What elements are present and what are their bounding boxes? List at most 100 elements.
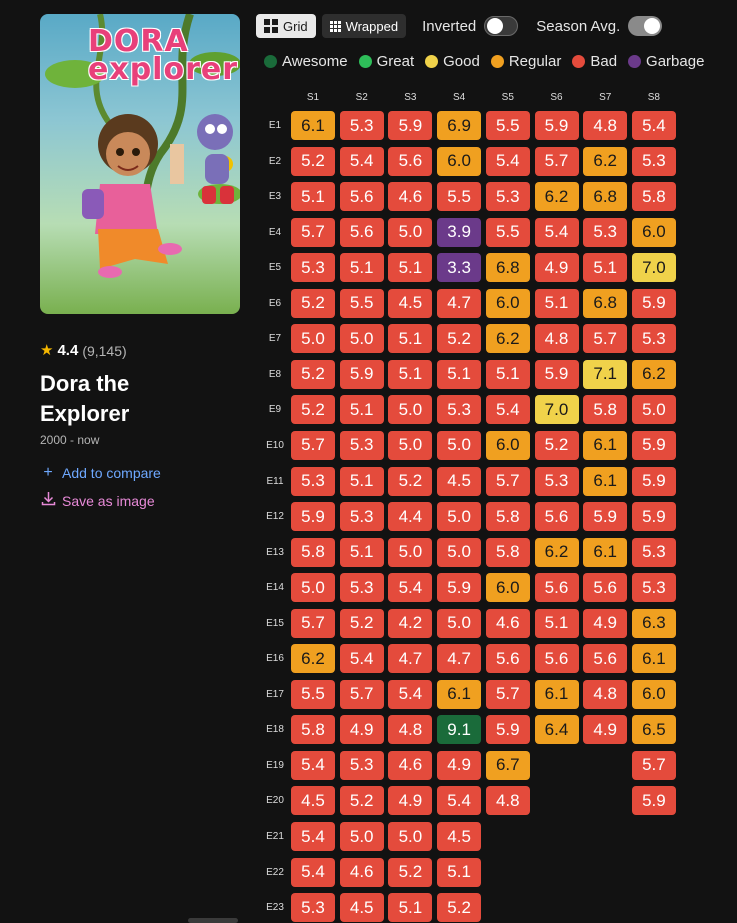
rating-cell[interactable]: 5.4: [534, 217, 579, 247]
rating-cell[interactable]: 5.2: [339, 786, 384, 816]
rating-cell[interactable]: 5.3: [437, 395, 482, 425]
rating-cell[interactable]: 5.2: [339, 608, 384, 638]
rating-cell[interactable]: 5.7: [291, 430, 335, 460]
rating-cell[interactable]: 5.0: [388, 822, 433, 851]
rating-cell[interactable]: 5.3: [534, 466, 579, 496]
rating-cell[interactable]: 6.2: [291, 644, 335, 674]
rating-cell[interactable]: 5.4: [291, 750, 335, 780]
rating-cell[interactable]: 6.8: [485, 253, 530, 283]
rating-cell[interactable]: 6.0: [631, 679, 676, 709]
rating-cell[interactable]: 5.4: [388, 679, 433, 709]
rating-cell[interactable]: 5.3: [291, 253, 335, 283]
rating-cell[interactable]: 5.4: [485, 395, 530, 425]
rating-cell[interactable]: 5.6: [534, 502, 579, 532]
rating-cell[interactable]: 6.2: [485, 324, 530, 354]
rating-cell[interactable]: 5.0: [291, 324, 335, 354]
rating-cell[interactable]: 6.1: [437, 679, 482, 709]
rating-cell[interactable]: 5.3: [339, 750, 384, 780]
rating-cell[interactable]: 5.5: [437, 182, 482, 212]
rating-cell[interactable]: 5.7: [485, 679, 530, 709]
rating-cell[interactable]: 5.1: [583, 253, 628, 283]
rating-cell[interactable]: 5.6: [583, 644, 628, 674]
rating-cell[interactable]: 5.0: [339, 822, 384, 851]
rating-cell[interactable]: 5.8: [485, 537, 530, 567]
rating-cell[interactable]: 4.8: [388, 715, 433, 745]
rating-cell[interactable]: 7.0: [631, 253, 676, 283]
inverted-toggle[interactable]: [484, 16, 519, 36]
rating-cell[interactable]: 5.7: [291, 608, 335, 638]
rating-cell[interactable]: 5.0: [388, 395, 433, 425]
rating-cell[interactable]: 6.9: [437, 111, 482, 140]
rating-cell[interactable]: 5.9: [631, 430, 676, 460]
rating-cell[interactable]: 5.3: [291, 466, 335, 496]
rating-cell[interactable]: 4.8: [583, 679, 628, 709]
rating-cell[interactable]: 5.1: [291, 182, 335, 212]
rating-cell[interactable]: 4.2: [388, 608, 433, 638]
rating-cell[interactable]: 6.2: [534, 182, 579, 212]
rating-cell[interactable]: 4.4: [388, 502, 433, 532]
rating-cell[interactable]: 6.3: [631, 608, 676, 638]
rating-cell[interactable]: 5.0: [437, 537, 482, 567]
rating-cell[interactable]: 5.1: [339, 466, 384, 496]
rating-cell[interactable]: 5.2: [534, 430, 579, 460]
rating-cell[interactable]: 5.4: [339, 644, 384, 674]
rating-cell[interactable]: 4.5: [339, 893, 384, 923]
rating-cell[interactable]: 4.9: [583, 608, 628, 638]
rating-cell[interactable]: 6.1: [583, 537, 628, 567]
rating-cell[interactable]: 4.8: [534, 324, 579, 354]
rating-cell[interactable]: 5.3: [631, 324, 676, 354]
rating-cell[interactable]: 5.8: [291, 537, 335, 567]
rating-cell[interactable]: 5.9: [583, 502, 628, 532]
rating-cell[interactable]: 5.2: [291, 395, 335, 425]
rating-cell[interactable]: 5.5: [291, 679, 335, 709]
rating-cell[interactable]: 5.8: [485, 502, 530, 532]
rating-cell[interactable]: 4.5: [388, 288, 433, 318]
rating-cell[interactable]: 4.6: [388, 750, 433, 780]
rating-cell[interactable]: 5.6: [339, 182, 384, 212]
rating-cell[interactable]: 4.7: [437, 288, 482, 318]
rating-cell[interactable]: 5.6: [534, 644, 579, 674]
save-as-image-button[interactable]: Save as image: [40, 491, 240, 510]
rating-cell[interactable]: 6.7: [485, 750, 530, 780]
rating-cell[interactable]: 5.1: [339, 253, 384, 283]
rating-cell[interactable]: 5.3: [485, 182, 530, 212]
rating-cell[interactable]: 6.8: [583, 288, 628, 318]
rating-cell[interactable]: 6.1: [583, 430, 628, 460]
rating-cell[interactable]: 5.2: [437, 324, 482, 354]
rating-cell[interactable]: 4.8: [485, 786, 530, 816]
rating-cell[interactable]: 4.6: [339, 857, 384, 887]
rating-cell[interactable]: 5.3: [631, 573, 676, 603]
rating-cell[interactable]: 5.1: [339, 537, 384, 567]
rating-cell[interactable]: 5.0: [437, 430, 482, 460]
rating-cell[interactable]: 5.1: [388, 893, 433, 923]
rating-cell[interactable]: 5.1: [388, 324, 433, 354]
rating-cell[interactable]: 5.2: [291, 288, 335, 318]
rating-cell[interactable]: 5.4: [388, 573, 433, 603]
rating-cell[interactable]: 5.5: [485, 217, 530, 247]
rating-cell[interactable]: 4.9: [534, 253, 579, 283]
rating-cell[interactable]: 4.8: [583, 111, 628, 140]
rating-cell[interactable]: 5.0: [437, 608, 482, 638]
rating-cell[interactable]: 6.0: [485, 573, 530, 603]
rating-cell[interactable]: 5.1: [339, 395, 384, 425]
rating-cell[interactable]: 5.1: [388, 359, 433, 389]
rating-cell[interactable]: 5.6: [485, 644, 530, 674]
rating-cell[interactable]: 5.7: [485, 466, 530, 496]
rating-cell[interactable]: 5.2: [388, 857, 433, 887]
rating-cell[interactable]: 5.8: [291, 715, 335, 745]
rating-cell[interactable]: 5.6: [534, 573, 579, 603]
rating-cell[interactable]: 9.1: [437, 715, 482, 745]
rating-cell[interactable]: 5.4: [339, 146, 384, 176]
rating-cell[interactable]: 3.3: [437, 253, 482, 283]
rating-cell[interactable]: 5.9: [631, 502, 676, 532]
season-avg-toggle[interactable]: [628, 16, 663, 36]
rating-cell[interactable]: 4.9: [437, 750, 482, 780]
rating-cell[interactable]: 5.3: [583, 217, 628, 247]
rating-cell[interactable]: 5.2: [291, 146, 335, 176]
rating-cell[interactable]: 4.9: [339, 715, 384, 745]
rating-cell[interactable]: 6.0: [485, 430, 530, 460]
rating-cell[interactable]: 5.6: [583, 573, 628, 603]
rating-cell[interactable]: 5.0: [388, 217, 433, 247]
rating-cell[interactable]: 5.0: [437, 502, 482, 532]
rating-cell[interactable]: 5.3: [631, 537, 676, 567]
